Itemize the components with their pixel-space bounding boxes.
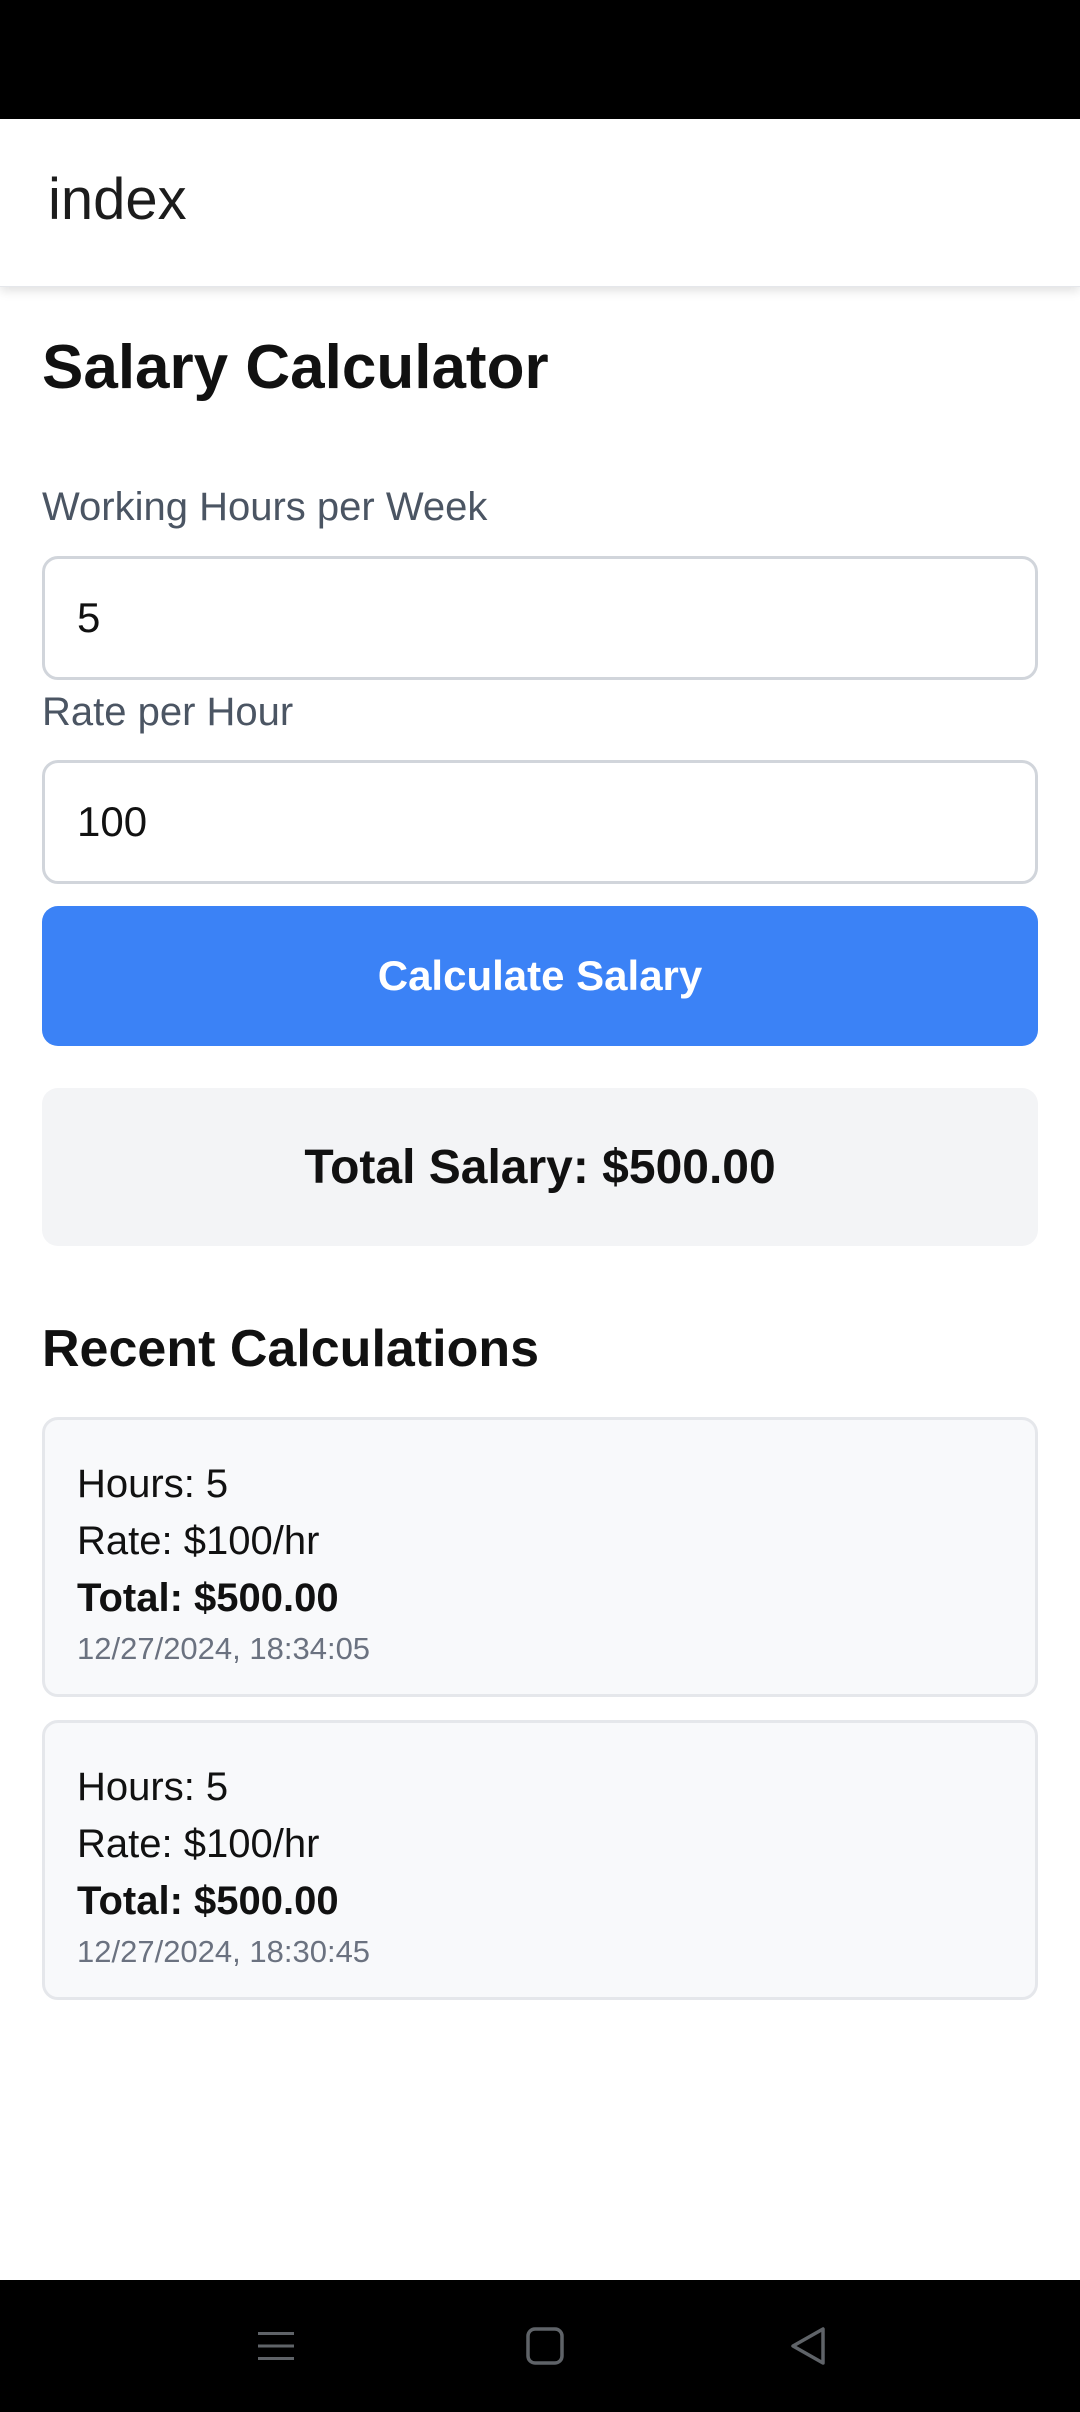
app-header: index (0, 119, 1080, 287)
history-rate: Rate: $100/hr (77, 1519, 320, 1563)
history-rate: Rate: $100/hr (77, 1822, 320, 1866)
history-total: Total: $500.00 (77, 1879, 339, 1923)
home-icon[interactable] (505, 2280, 585, 2412)
system-navigation-bar (0, 2280, 1080, 2412)
history-total: Total: $500.00 (77, 1576, 339, 1620)
history-hours: Hours: 5 (77, 1462, 229, 1506)
rate-input[interactable] (42, 760, 1038, 884)
history-hours: Hours: 5 (77, 1765, 229, 1809)
app-title: index (48, 167, 187, 232)
page-title: Salary Calculator (42, 333, 549, 402)
total-salary-result: Total Salary: $500.00 (42, 1088, 1038, 1246)
history-timestamp: 12/27/2024, 18:34:05 (77, 1631, 371, 1666)
history-card: Hours: 5 Rate: $100/hr Total: $500.00 12… (42, 1720, 1038, 2000)
back-icon[interactable] (768, 2280, 848, 2412)
recent-calculations-title: Recent Calculations (42, 1320, 540, 1378)
history-card: Hours: 5 Rate: $100/hr Total: $500.00 12… (42, 1417, 1038, 1697)
status-bar (0, 0, 1080, 119)
history-timestamp: 12/27/2024, 18:30:45 (77, 1934, 371, 1969)
calculate-salary-button[interactable]: Calculate Salary (42, 906, 1038, 1046)
hours-input[interactable] (42, 556, 1038, 680)
hours-label: Working Hours per Week (42, 485, 488, 529)
rate-label: Rate per Hour (42, 690, 294, 734)
menu-icon[interactable] (236, 2280, 316, 2412)
